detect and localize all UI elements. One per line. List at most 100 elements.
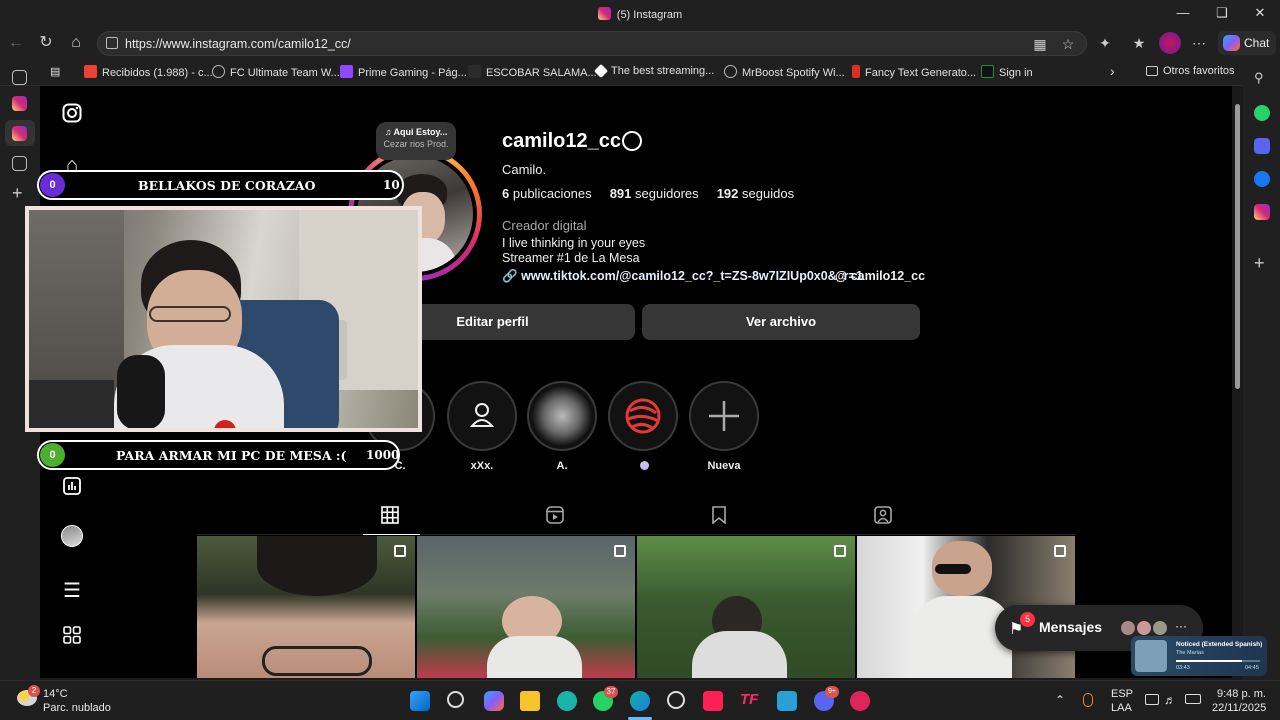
tab-tagged-icon[interactable]	[871, 506, 895, 530]
instagram-icon[interactable]	[1254, 204, 1270, 220]
search-icon[interactable]	[447, 691, 464, 708]
tab-actions-icon[interactable]	[12, 70, 27, 85]
favorites-icon[interactable]: ★	[1130, 34, 1148, 52]
followers-stat[interactable]: 891 seguidores	[610, 186, 699, 201]
whatsapp-icon[interactable]	[1254, 105, 1270, 121]
file-explorer-icon[interactable]	[520, 691, 540, 711]
globe-icon	[212, 65, 225, 78]
copilot-chat-button[interactable]: Chat	[1218, 31, 1276, 55]
hamburger-menu-icon[interactable]: ☰	[60, 579, 84, 603]
app-available-icon[interactable]: ▦	[1031, 35, 1049, 53]
profile-link[interactable]: 🔗 www.tiktok.com/@camilo12_cc?_t=ZS-8w7I…	[502, 269, 863, 284]
goal-count: 0	[40, 173, 65, 197]
browser-profile-avatar[interactable]	[1159, 32, 1181, 54]
notepad-icon[interactable]	[777, 691, 797, 711]
back-button[interactable]: ←	[6, 33, 26, 53]
instagram-tab-icon[interactable]	[12, 126, 27, 141]
highlight-item[interactable]	[527, 381, 597, 451]
weather-desc[interactable]: Parc. nublado	[43, 702, 111, 714]
battery-icon[interactable]	[1185, 694, 1201, 704]
track-elapsed: 03:43	[1176, 665, 1190, 671]
network-icon[interactable]	[1145, 694, 1159, 705]
profile-avatar-nav[interactable]	[60, 525, 84, 549]
plus-icon	[709, 401, 739, 431]
windows-taskbar: 2 14°C Parc. nublado 37 TF 9+ ⌃ ESP LAA …	[0, 680, 1280, 720]
tray-overflow-chevron-icon[interactable]: ⌃	[1055, 693, 1065, 707]
bookmark-item[interactable]: FC Ultimate Team W...	[212, 65, 340, 79]
sign-in-icon	[981, 65, 994, 78]
goal-target: 1000	[366, 448, 400, 462]
profile-note-bubble[interactable]: ♫ Aqui Estoy... Cezar rios Prod.	[376, 122, 456, 160]
bookmark-item[interactable]: MrBoost Spotify Wi...	[724, 65, 845, 79]
favorite-star-icon[interactable]: ☆	[1059, 35, 1077, 53]
following-stat[interactable]: 192 seguidos	[717, 186, 794, 201]
bookmark-item[interactable]: Prime Gaming - Pág...	[340, 65, 467, 79]
post-thumbnail[interactable]	[637, 536, 855, 678]
swirl-logo-icon	[625, 398, 661, 434]
goal-text: PARA ARMAR MI PC DE MESA :(	[116, 448, 347, 463]
close-window-button[interactable]: ✕	[1245, 5, 1275, 21]
bookmarks-menu-icon[interactable]: ▤	[50, 65, 60, 78]
post-thumbnail[interactable]	[197, 536, 415, 678]
new-highlight-button[interactable]	[689, 381, 759, 451]
more-apps-icon[interactable]	[60, 626, 84, 650]
keyboard-layout[interactable]: LAA	[1111, 702, 1132, 714]
tab-reels-icon[interactable]	[543, 506, 567, 530]
minimize-button[interactable]: —	[1168, 5, 1198, 20]
steam-icon[interactable]	[667, 691, 685, 709]
highlight-item[interactable]	[447, 381, 517, 451]
extensions-icon[interactable]: ✦	[1096, 34, 1114, 52]
address-bar[interactable]: https://www.instagram.com/camilo12_cc/ ▦…	[97, 31, 1087, 56]
threads-link[interactable]: @ camilo12_cc	[835, 269, 925, 283]
tab-saved-icon[interactable]	[707, 506, 731, 530]
start-windows-icon[interactable]	[410, 691, 430, 711]
home-button[interactable]: ⌂	[66, 33, 86, 53]
bookmark-item[interactable]: Recibidos (1.988) - c...	[84, 65, 213, 79]
bookmarks-overflow-chevron-icon[interactable]: ›	[1110, 63, 1115, 79]
scrollbar-thumb[interactable]	[1235, 104, 1240, 389]
bookmark-item[interactable]: The best streaming...	[593, 63, 714, 79]
clock-time[interactable]: 9:48 p. m.	[1217, 688, 1266, 700]
messages-more[interactable]: ···	[1175, 619, 1187, 633]
more-options-icon[interactable]: ⋯	[1190, 34, 1208, 52]
volume-icon[interactable]: ♬	[1164, 693, 1176, 707]
language-code[interactable]: ESP	[1111, 688, 1133, 700]
tiktok-taskbar-icon[interactable]	[703, 691, 723, 711]
app-icon[interactable]	[557, 691, 577, 711]
weather-temp[interactable]: 14°C	[43, 688, 68, 700]
track-progress[interactable]	[1176, 660, 1260, 662]
bookmark-item[interactable]: Sign in	[981, 65, 1033, 79]
instagram-tab-icon[interactable]	[12, 96, 27, 111]
microphone-icon[interactable]	[1083, 693, 1093, 707]
media-app-icon[interactable]	[850, 691, 870, 711]
tab-posts-grid-icon[interactable]	[378, 506, 402, 530]
page-scrollbar[interactable]	[1232, 86, 1243, 680]
title-bar: (5) Instagram — ❑ ✕	[0, 0, 1280, 28]
settings-gear-icon[interactable]	[622, 131, 642, 151]
tf-app-icon[interactable]: TF	[740, 691, 760, 711]
other-favorites-folder[interactable]: Otros favoritos	[1146, 65, 1235, 77]
bookmark-item[interactable]: ESCOBAR SALAMA...	[468, 65, 597, 79]
new-tab-plus-icon[interactable]: +	[12, 184, 27, 202]
whatsapp-badge: 37	[604, 686, 618, 698]
clock-date[interactable]: 22/11/2025	[1212, 702, 1266, 714]
add-sidebar-app-icon[interactable]: +	[1254, 254, 1270, 272]
tab-icon[interactable]	[12, 156, 27, 171]
edge-taskbar-icon[interactable]	[630, 691, 650, 711]
url-text[interactable]: https://www.instagram.com/camilo12_cc/	[125, 37, 351, 51]
maximize-button[interactable]: ❑	[1207, 5, 1237, 21]
search-icon[interactable]: ⚲	[1254, 70, 1270, 86]
post-thumbnail[interactable]	[417, 536, 635, 678]
refresh-button[interactable]: ↻	[36, 33, 56, 53]
highlight-item[interactable]	[608, 381, 678, 451]
copilot-taskbar-icon[interactable]	[484, 691, 504, 711]
view-archive-button[interactable]: Ver archivo	[642, 304, 920, 340]
highlight-label: A.	[556, 460, 568, 472]
instagram-logo-icon[interactable]	[60, 103, 84, 127]
bookmark-item[interactable]: Fancy Text Generato...	[852, 65, 976, 79]
facebook-icon[interactable]	[1254, 171, 1270, 187]
profile-username: camilo12_cc	[502, 130, 621, 152]
media-player-widget[interactable]: Noticed (Extended Spanish) The Marías 03…	[1131, 636, 1267, 676]
dashboard-icon[interactable]	[60, 477, 84, 501]
discord-icon[interactable]	[1254, 138, 1270, 154]
